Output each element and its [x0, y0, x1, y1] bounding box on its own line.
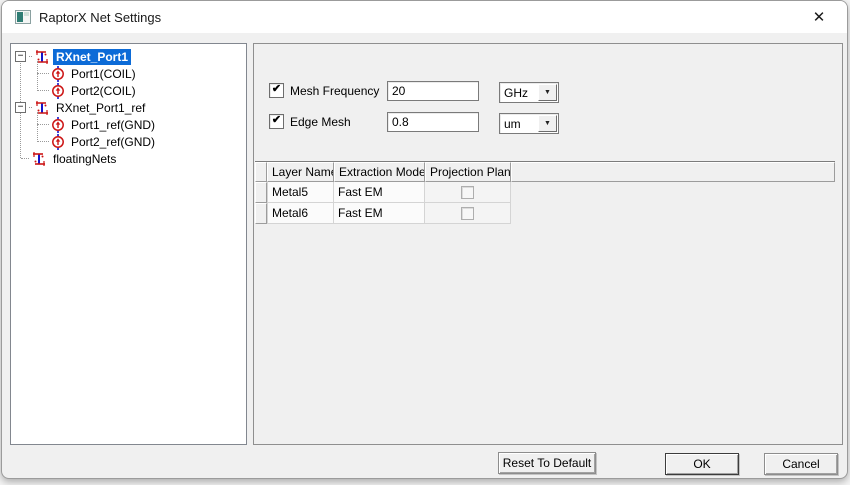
column-header-filler — [511, 162, 835, 182]
settings-panel: ✔ Mesh Frequency GHz ▼ ✔ Edge Mesh um ▼ — [253, 43, 843, 445]
screen: RaptorX Net Settings ✕ − RXnet_Port1 Por… — [0, 0, 850, 485]
layer-table-header: Layer Name Extraction Mode Projection Pl… — [255, 162, 835, 182]
projection-plane-checkbox[interactable] — [461, 206, 474, 220]
row-header-stub[interactable] — [255, 203, 267, 224]
layer-name-cell[interactable]: Metal5 — [267, 182, 334, 203]
tree-item-port1-ref-gnd[interactable]: Port1_ref(GND) — [11, 116, 246, 133]
row-header-stub — [255, 162, 267, 182]
tree-item-label: Port2_ref(GND) — [71, 134, 156, 149]
ok-button[interactable]: OK — [665, 453, 739, 475]
port-icon — [51, 82, 65, 99]
port-icon — [51, 65, 65, 82]
tree-item-rxnet-port1-ref[interactable]: − RXnet_Port1_ref — [11, 99, 246, 116]
mesh-frequency-checkbox[interactable]: ✔ — [269, 83, 284, 98]
column-header-projection-plane[interactable]: Projection Plane — [425, 162, 511, 182]
mesh-frequency-unit-select[interactable]: GHz ▼ — [499, 82, 559, 103]
reset-to-default-button[interactable]: Reset To Default — [498, 452, 596, 474]
chevron-down-icon[interactable]: ▼ — [538, 115, 557, 132]
app-icon — [15, 9, 31, 25]
chevron-down-icon[interactable]: ▼ — [538, 84, 557, 101]
mesh-frequency-input[interactable] — [387, 81, 479, 101]
tree-item-port2-ref-gnd[interactable]: Port2_ref(GND) — [11, 133, 246, 150]
edge-mesh-input[interactable] — [387, 112, 479, 132]
mesh-frequency-row: ✔ Mesh Frequency — [269, 83, 379, 98]
selected-unit: GHz — [504, 85, 528, 100]
projection-plane-checkbox[interactable] — [461, 185, 474, 199]
tree-item-label: RXnet_Port1 — [53, 48, 132, 65]
extraction-mode-cell[interactable]: Fast EM — [334, 182, 425, 203]
collapse-icon[interactable]: − — [15, 51, 26, 62]
tree-item-label: Port2(COIL) — [71, 83, 136, 98]
window-title: RaptorX Net Settings — [39, 9, 162, 25]
cancel-button[interactable]: Cancel — [764, 453, 838, 475]
edge-mesh-label: Edge Mesh — [290, 114, 351, 129]
tree-item-label: Port1(COIL) — [71, 66, 136, 81]
edge-mesh-unit-select[interactable]: um ▼ — [499, 113, 559, 134]
layer-name-cell[interactable]: Metal6 — [267, 203, 334, 224]
table-row[interactable]: Metal5 Fast EM — [255, 182, 835, 203]
row-header-stub[interactable] — [255, 182, 267, 203]
collapse-icon[interactable]: − — [15, 102, 26, 113]
edge-mesh-row: ✔ Edge Mesh — [269, 114, 351, 129]
layer-table: Layer Name Extraction Mode Projection Pl… — [255, 161, 835, 224]
tree-item-rxnet-port1[interactable]: − RXnet_Port1 — [11, 48, 246, 65]
port-icon — [51, 116, 65, 133]
net-tree[interactable]: − RXnet_Port1 Port1(COIL) Port2(COIL) − … — [10, 43, 247, 445]
mesh-frequency-label: Mesh Frequency — [290, 83, 380, 98]
column-header-extraction-mode[interactable]: Extraction Mode — [334, 162, 425, 182]
net-icon — [31, 151, 47, 167]
tree-item-label: RXnet_Port1_ref — [56, 100, 146, 115]
column-header-layer-name[interactable]: Layer Name — [267, 162, 334, 182]
raptorx-net-settings-dialog: RaptorX Net Settings ✕ − RXnet_Port1 Por… — [1, 0, 848, 479]
projection-plane-cell — [425, 182, 511, 203]
tree-item-label: floatingNets — [53, 151, 117, 166]
edge-mesh-checkbox[interactable]: ✔ — [269, 114, 284, 129]
tree-item-floatingnets[interactable]: floatingNets — [11, 150, 246, 167]
table-row[interactable]: Metal6 Fast EM — [255, 203, 835, 224]
projection-plane-cell — [425, 203, 511, 224]
close-icon[interactable]: ✕ — [797, 1, 841, 33]
tree-item-port2-coil[interactable]: Port2(COIL) — [11, 82, 246, 99]
net-icon — [34, 49, 50, 65]
net-icon — [34, 100, 50, 116]
extraction-mode-cell[interactable]: Fast EM — [334, 203, 425, 224]
tree-item-port1-coil[interactable]: Port1(COIL) — [11, 65, 246, 82]
selected-unit: um — [504, 116, 521, 131]
title-bar[interactable]: RaptorX Net Settings ✕ — [2, 1, 847, 33]
tree-item-label: Port1_ref(GND) — [71, 117, 156, 132]
port-icon — [51, 133, 65, 150]
